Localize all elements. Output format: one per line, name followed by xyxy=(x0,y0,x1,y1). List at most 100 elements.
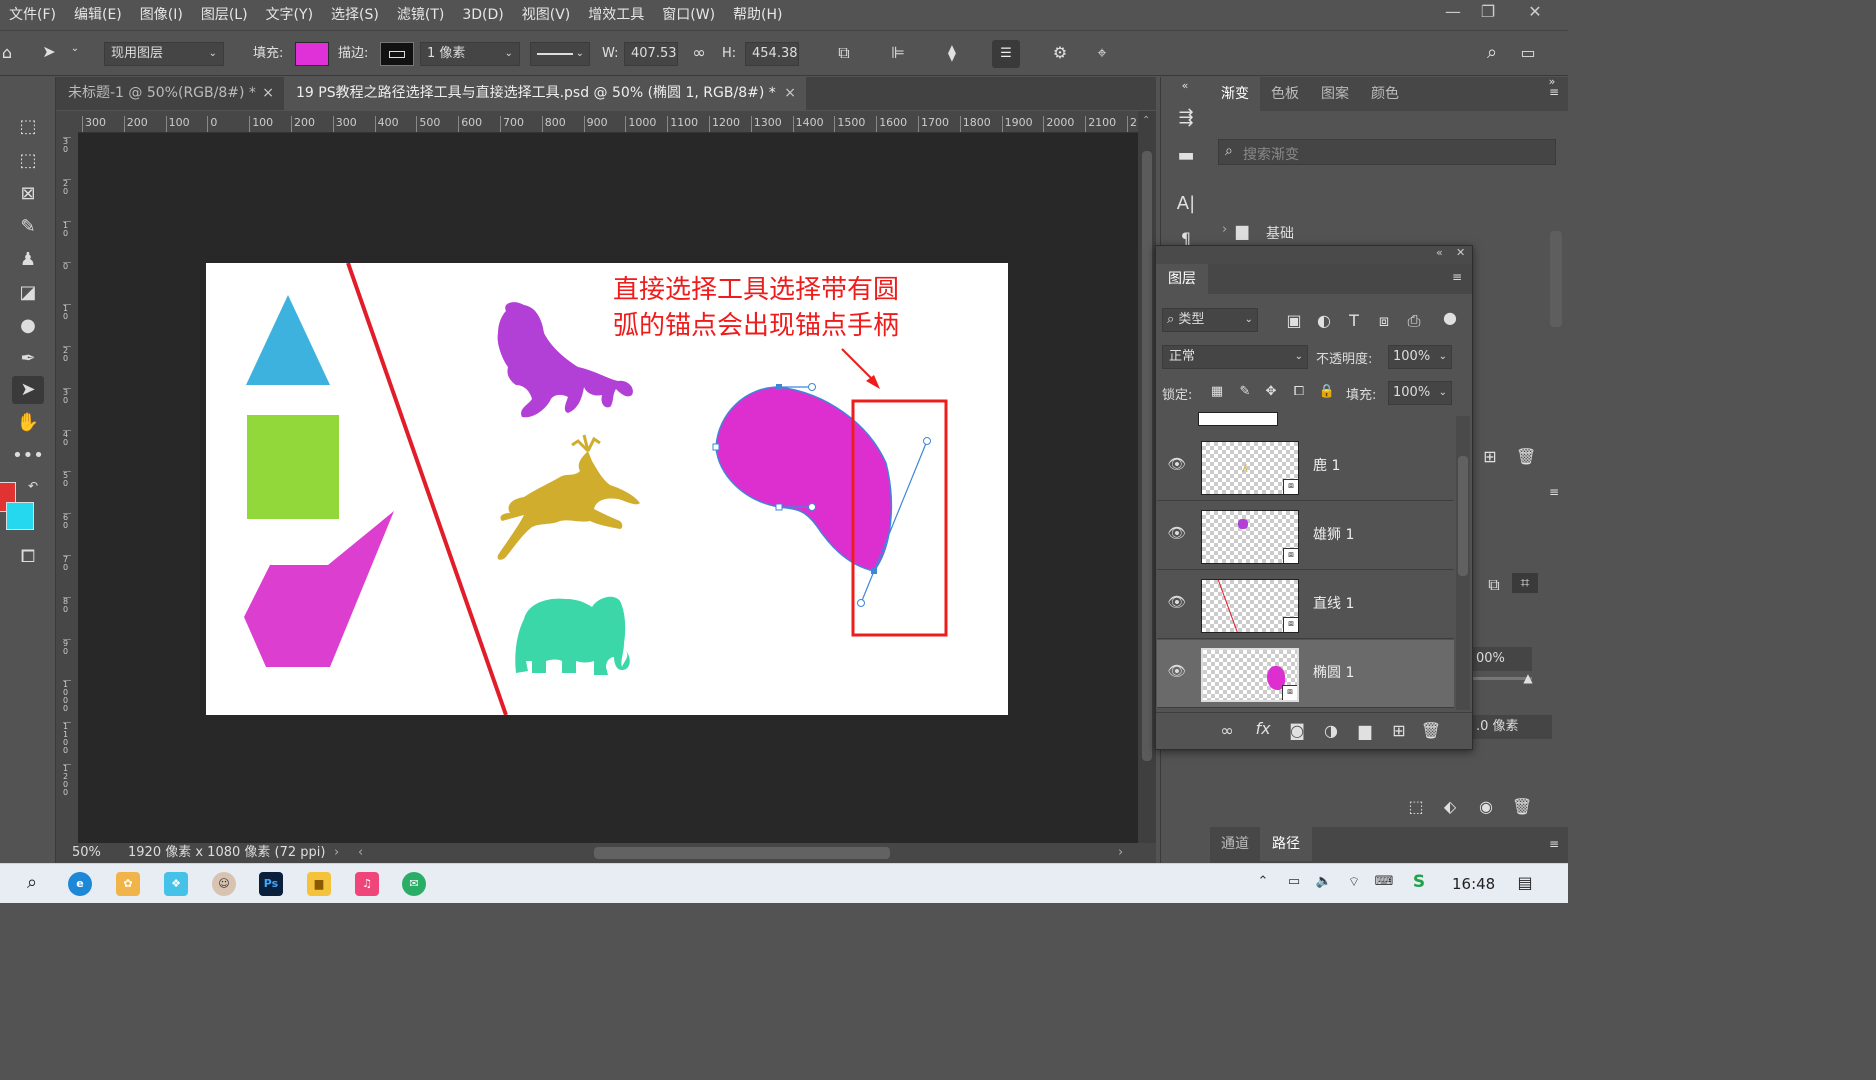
screen-mode-icon[interactable]: ⧠ xyxy=(12,543,44,571)
eye-icon[interactable]: 👁 xyxy=(1167,455,1187,475)
anchor-point[interactable] xyxy=(775,503,783,511)
fill-path-icon[interactable]: ⬖ xyxy=(1438,797,1462,816)
tab-swatches[interactable]: 色板 xyxy=(1260,77,1310,111)
panel-menu-icon[interactable]: ≡ xyxy=(1544,837,1564,851)
healing-brush-icon[interactable]: ✎ xyxy=(12,213,44,241)
anchor-point[interactable] xyxy=(776,384,782,390)
visibility-icon[interactable]: ◉ xyxy=(1476,797,1496,816)
battery-icon[interactable]: ▭ xyxy=(1284,874,1304,889)
more-tools-icon[interactable]: ••• xyxy=(12,442,44,470)
frame-tool-icon[interactable]: ⊠ xyxy=(12,180,44,208)
folder-icon[interactable]: ▆ xyxy=(1354,721,1376,740)
app-icon[interactable]: ✿ xyxy=(116,872,140,896)
panel-scrollbar[interactable] xyxy=(1550,231,1562,327)
stroke-width-field[interactable]: 1 像素 ⌄ xyxy=(420,42,520,66)
constrain-path-icon[interactable]: ⌖ xyxy=(1090,43,1114,63)
workspace-icon[interactable]: ▭ xyxy=(1516,43,1540,62)
layer-row[interactable]: 👁 ⧈ 直线 1 xyxy=(1157,571,1454,639)
app-icon[interactable]: ♫ xyxy=(355,872,379,896)
chevron-right-icon[interactable]: › xyxy=(334,843,339,863)
restore-button[interactable]: ❐ xyxy=(1467,0,1509,26)
align-edges-icon[interactable]: ☰ xyxy=(992,40,1020,68)
close-window-button[interactable]: ✕ xyxy=(1514,0,1556,26)
eye-icon[interactable]: 👁 xyxy=(1167,662,1187,682)
horizontal-scroll-thumb[interactable] xyxy=(594,847,890,859)
red-line-shape[interactable] xyxy=(346,263,508,715)
fill-swatch[interactable] xyxy=(295,42,329,66)
comments-icon[interactable]: ▬ xyxy=(1173,145,1199,166)
panel-menu-icon[interactable]: ≡ xyxy=(1452,270,1462,284)
object-select-tool-icon[interactable]: ⬚ xyxy=(12,147,44,175)
vertical-scrollbar[interactable]: ⌃ xyxy=(1138,111,1156,843)
search-icon[interactable]: ⌕ xyxy=(1480,42,1504,63)
menu-view[interactable]: 视图(V) xyxy=(513,0,580,30)
ime-icon[interactable]: S xyxy=(1408,872,1430,892)
anchor-point[interactable] xyxy=(712,443,720,451)
layers-scrollbar[interactable] xyxy=(1458,456,1468,576)
lock-transparency-icon[interactable]: ▦ xyxy=(1208,384,1226,399)
path-alignment-icon[interactable]: ⊫ xyxy=(886,43,910,62)
vertical-scroll-thumb[interactable] xyxy=(1142,151,1152,761)
anchor-point-selected[interactable] xyxy=(871,568,877,574)
opacity-field-partial[interactable]: 00% xyxy=(1472,647,1532,671)
menu-3d[interactable]: 3D(D) xyxy=(453,0,512,30)
deer-shape[interactable] xyxy=(497,434,640,560)
menu-image[interactable]: 图像(I) xyxy=(131,0,192,30)
direct-selection-tool-icon[interactable]: ➤ xyxy=(12,376,44,404)
chevron-up-icon[interactable]: ⌃ xyxy=(1254,874,1272,889)
layer-name[interactable]: 雄狮 1 xyxy=(1313,524,1354,544)
marquee-tool-icon[interactable]: ⬚ xyxy=(12,113,44,141)
add-mask-icon[interactable]: ⧉ xyxy=(1482,575,1506,595)
link-icon[interactable]: ∞ xyxy=(688,43,710,62)
collapse-icon[interactable]: « xyxy=(1173,79,1197,92)
pen-tool-icon[interactable]: ✒ xyxy=(12,345,44,373)
tab-layers[interactable]: 图层 xyxy=(1156,264,1208,294)
layer-name[interactable]: 直线 1 xyxy=(1313,593,1354,613)
height-field[interactable]: 454.38 xyxy=(745,42,799,66)
layer-filter-dropdown[interactable]: ⌕ 类型 ⌄ xyxy=(1162,308,1258,332)
lock-position-icon[interactable]: ✥ xyxy=(1262,384,1280,399)
link-layers-icon[interactable]: ∞ xyxy=(1216,721,1238,740)
layer-row[interactable]: 👁 ⧈ 雄狮 1 xyxy=(1157,502,1454,570)
scroll-right-icon[interactable]: › xyxy=(1118,843,1123,863)
menu-plugins[interactable]: 增效工具 xyxy=(579,0,653,30)
search-icon[interactable]: ⌕ xyxy=(20,872,44,893)
delete-icon[interactable]: 🗑 xyxy=(1516,447,1536,466)
tool-preset-chevron-icon[interactable]: ⌄ xyxy=(68,43,82,54)
filter-smart-icon[interactable]: ⎙ xyxy=(1404,311,1424,331)
filter-shape-icon[interactable]: ⧈ xyxy=(1374,311,1394,331)
layer-row[interactable]: 👁 ʎ ⧈ 鹿 1 xyxy=(1157,433,1454,501)
triangle-shape[interactable] xyxy=(246,295,330,385)
add-mask-icon[interactable]: ◙ xyxy=(1286,721,1308,740)
layer-name[interactable]: 鹿 1 xyxy=(1313,455,1340,475)
menu-file[interactable]: 文件(F) xyxy=(0,0,65,30)
swap-colors-icon[interactable]: ↶ xyxy=(26,479,40,493)
scroll-left-icon[interactable]: ‹ xyxy=(358,843,363,863)
photoshop-icon[interactable]: Ps xyxy=(259,872,283,896)
ellipse-path[interactable] xyxy=(715,386,893,572)
path-operations-icon[interactable]: ⧉ xyxy=(832,43,856,63)
filter-pixel-icon[interactable]: ▣ xyxy=(1284,311,1304,330)
lock-pixels-icon[interactable]: ✎ xyxy=(1236,384,1254,399)
elephant-shape[interactable] xyxy=(515,596,630,675)
lock-artboard-icon[interactable]: ⧠ xyxy=(1290,384,1308,399)
menu-select[interactable]: 选择(S) xyxy=(322,0,388,30)
menu-help[interactable]: 帮助(H) xyxy=(724,0,791,30)
wifi-icon[interactable]: ⌔ xyxy=(1344,874,1364,890)
delete-icon[interactable]: 🗑 xyxy=(1512,797,1532,816)
stamp-tool-icon[interactable]: ♟ xyxy=(12,246,44,274)
polygon-shape[interactable] xyxy=(244,511,394,667)
menu-type[interactable]: 文字(Y) xyxy=(257,0,322,30)
character-icon[interactable]: A| xyxy=(1173,193,1199,214)
tab-patterns[interactable]: 图案 xyxy=(1310,77,1360,111)
width-field[interactable]: 407.53 xyxy=(624,42,678,66)
panel-menu-icon[interactable]: ≡ xyxy=(1544,485,1564,499)
filter-adjustment-icon[interactable]: ◐ xyxy=(1314,311,1334,330)
menu-layer[interactable]: 图层(L) xyxy=(192,0,257,30)
stroke-swatch[interactable] xyxy=(380,42,414,66)
layer-select-dropdown[interactable]: 现用图层 ⌄ xyxy=(104,42,224,66)
filter-type-icon[interactable]: T xyxy=(1344,311,1364,330)
tab-active-document[interactable]: 19 PS教程之路径选择工具与直接选择工具.psd @ 50% (椭圆 1, R… xyxy=(284,77,806,110)
blur-tool-icon[interactable]: ● xyxy=(12,312,44,340)
fill-field[interactable]: 100% ⌄ xyxy=(1388,381,1452,405)
